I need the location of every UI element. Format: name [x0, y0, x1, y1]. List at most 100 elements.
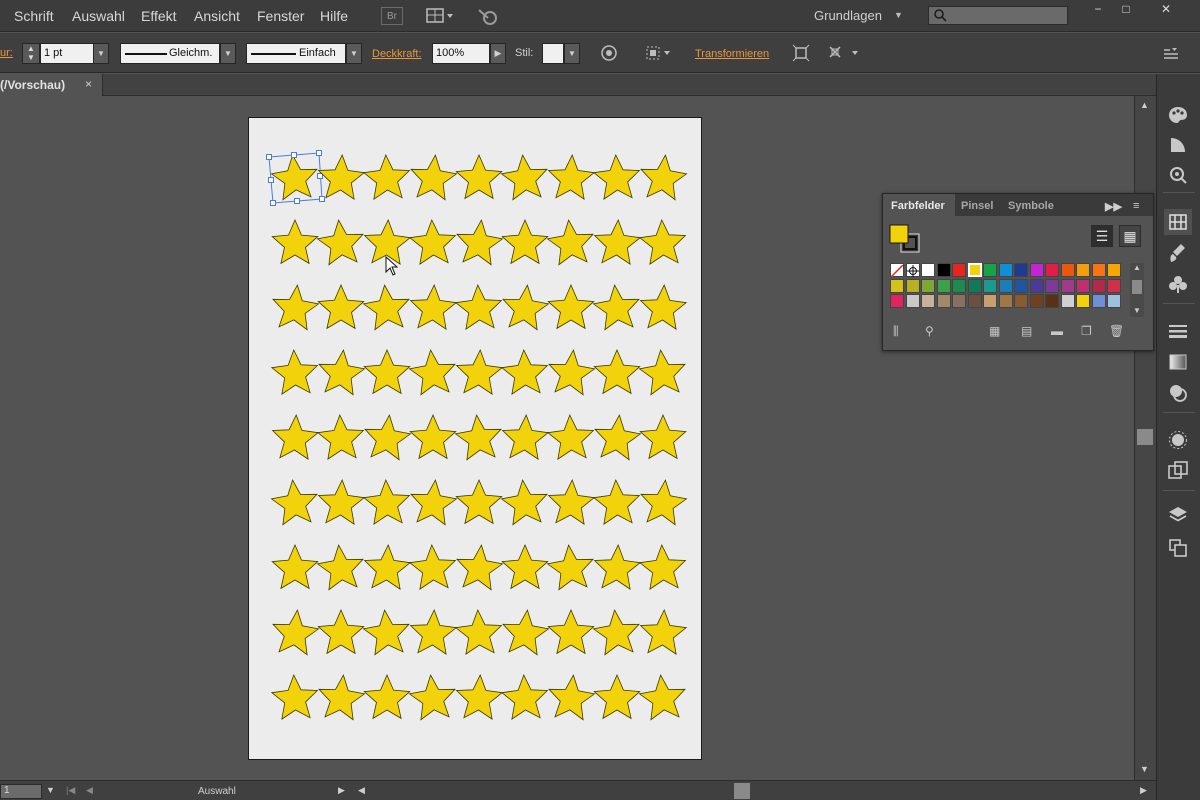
opacity-label[interactable]: Deckkraft: — [372, 48, 422, 60]
star-shape[interactable] — [500, 479, 548, 526]
swatch-libraries-icon[interactable]: ⫼ — [893, 324, 899, 339]
color-swatch[interactable] — [952, 278, 966, 293]
fill-stroke-indicator[interactable] — [889, 224, 923, 254]
star-shape[interactable] — [546, 219, 594, 266]
color-swatch[interactable] — [967, 263, 982, 277]
align-to-selection-icon[interactable] — [644, 43, 674, 63]
star-shape[interactable] — [594, 414, 642, 461]
new-swatch-icon[interactable]: ❐ — [1081, 324, 1092, 338]
transparency-icon[interactable] — [1164, 380, 1192, 406]
star-shape[interactable] — [455, 478, 503, 525]
star-shape[interactable] — [272, 609, 320, 656]
star-shape[interactable] — [501, 218, 549, 265]
color-swatch[interactable] — [905, 278, 920, 293]
star-shape[interactable] — [592, 153, 641, 200]
color-swatch[interactable] — [1076, 294, 1090, 308]
stroke-weight-label[interactable]: ur: — [0, 47, 13, 59]
trash-icon[interactable]: 🗑 — [1109, 324, 1124, 338]
star-shape[interactable] — [455, 153, 503, 200]
color-swatch[interactable] — [1029, 294, 1044, 308]
vertical-scroll-thumb[interactable] — [1137, 429, 1153, 445]
artboard[interactable] — [248, 117, 702, 760]
profile-dropdown[interactable]: ▼ — [220, 43, 236, 64]
star-shape[interactable] — [318, 674, 366, 721]
star-shape[interactable] — [408, 218, 457, 265]
star-shape[interactable] — [500, 154, 548, 201]
transform-link[interactable]: Transformieren — [695, 48, 769, 60]
swatch-scroll-up-icon[interactable]: ▲ — [1133, 263, 1141, 272]
star-shape[interactable] — [316, 544, 364, 591]
star-shape[interactable] — [270, 673, 319, 720]
menu-schrift[interactable]: Schrift — [14, 8, 54, 24]
star-shape[interactable] — [272, 284, 320, 331]
star-shape[interactable] — [502, 609, 550, 656]
star-shape[interactable] — [270, 154, 318, 201]
swatch-registration[interactable] — [905, 263, 920, 277]
color-swatch[interactable] — [1060, 278, 1075, 293]
stroke-weight-dropdown[interactable]: ▼ — [93, 43, 109, 64]
color-swatch[interactable] — [890, 278, 904, 293]
close-icon[interactable]: × — [85, 77, 92, 91]
color-swatch[interactable] — [1091, 263, 1106, 277]
opacity-field[interactable]: 100% — [432, 43, 490, 64]
stroke-weight-stepper[interactable]: ▲ ▼ — [22, 43, 40, 64]
star-shape[interactable] — [362, 153, 411, 200]
artboard-dropdown-icon[interactable]: ▼ — [46, 785, 55, 795]
star-shape[interactable] — [638, 218, 687, 265]
star-shape[interactable] — [362, 478, 411, 525]
arrange-documents-icon[interactable] — [425, 6, 457, 26]
color-swatch[interactable] — [1060, 294, 1075, 308]
selection-handle[interactable] — [270, 200, 276, 206]
isolate-group-icon[interactable] — [790, 43, 812, 63]
color-swatch[interactable] — [1107, 263, 1121, 277]
color-swatch[interactable] — [998, 263, 1013, 277]
collapse-panel-icon[interactable]: ▶▶ — [1105, 200, 1122, 213]
color-palette-icon[interactable] — [1164, 102, 1192, 128]
star-shape[interactable] — [546, 413, 595, 460]
recolor-artwork-icon[interactable] — [598, 43, 620, 63]
brush-dropdown[interactable]: ▼ — [346, 43, 362, 64]
star-shape[interactable] — [592, 478, 641, 525]
workspace-switcher[interactable]: Grundlagen — [814, 8, 882, 23]
star-shape[interactable] — [409, 413, 457, 460]
color-swatch[interactable] — [905, 294, 920, 308]
star-shape[interactable] — [270, 348, 319, 395]
star-shape[interactable] — [502, 284, 550, 331]
menu-effekt[interactable]: Effekt — [141, 8, 177, 24]
color-swatch[interactable] — [998, 294, 1013, 308]
appearance-icon[interactable] — [1164, 427, 1192, 453]
color-swatch[interactable] — [921, 294, 935, 308]
star-shape[interactable] — [363, 543, 412, 590]
star-shape[interactable] — [593, 348, 641, 395]
variable-width-profile[interactable]: Gleichm. — [120, 43, 220, 64]
star-shape[interactable] — [547, 153, 596, 200]
list-view-icon[interactable]: ☰ — [1091, 225, 1113, 247]
color-swatch[interactable] — [921, 278, 935, 293]
tab-pinsel[interactable]: Pinsel — [961, 200, 993, 212]
swatch-scroll-thumb[interactable] — [1132, 280, 1142, 294]
color-swatch[interactable] — [998, 278, 1013, 293]
puppet-warp-icon[interactable] — [826, 43, 862, 63]
color-swatch[interactable] — [983, 278, 997, 293]
selection-handle[interactable] — [266, 154, 272, 160]
swatch-none[interactable] — [890, 263, 904, 278]
star-shape[interactable] — [316, 413, 365, 460]
scroll-right-icon[interactable]: ▶ — [1140, 785, 1147, 796]
star-shape[interactable] — [456, 544, 504, 591]
star-shape[interactable] — [363, 348, 411, 395]
selection-handle[interactable] — [316, 150, 322, 156]
artboards-icon[interactable] — [1164, 535, 1192, 561]
star-shape[interactable] — [410, 154, 458, 201]
graphic-styles-icon[interactable] — [1164, 458, 1192, 484]
menu-fenster[interactable]: Fenster — [257, 8, 304, 24]
show-kinds-icon[interactable]: ⚲ — [925, 324, 934, 338]
color-swatch[interactable] — [1045, 294, 1059, 308]
star-shape[interactable] — [362, 284, 410, 331]
color-swatch[interactable] — [1091, 294, 1106, 308]
star-shape[interactable] — [455, 673, 504, 720]
color-swatch[interactable] — [967, 278, 982, 293]
color-swatch[interactable] — [1014, 263, 1028, 277]
star-shape[interactable] — [317, 608, 365, 655]
star-shape[interactable] — [640, 154, 688, 201]
star-shape[interactable] — [501, 543, 549, 590]
